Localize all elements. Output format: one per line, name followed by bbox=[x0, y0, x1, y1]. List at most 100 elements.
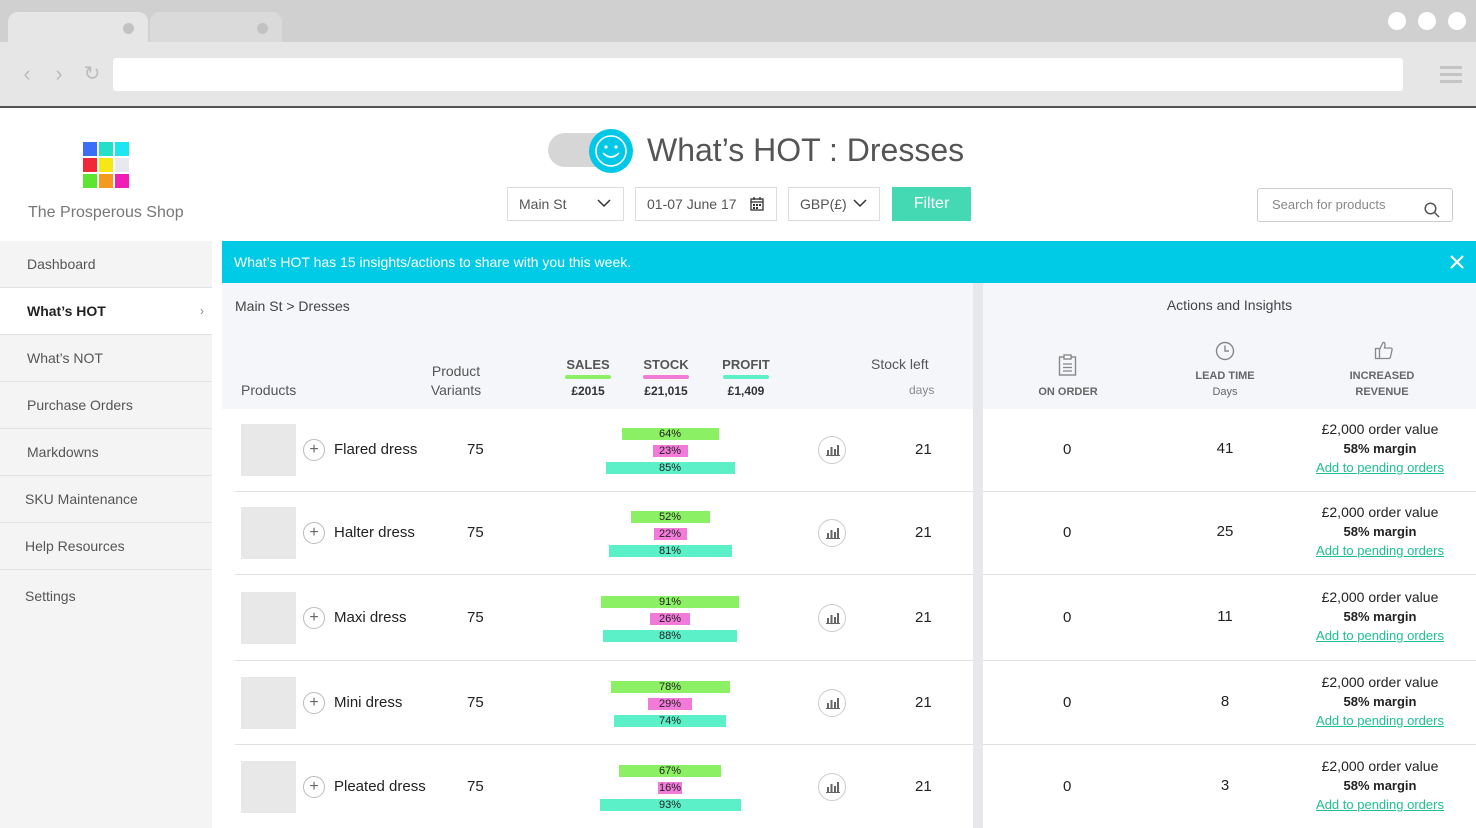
browser-tab[interactable] bbox=[150, 12, 282, 42]
profit-header-label: PROFIT bbox=[722, 357, 770, 372]
window-close-button[interactable] bbox=[1448, 12, 1466, 30]
insights-banner: What’s HOT has 15 insights/actions to sh… bbox=[222, 241, 1476, 283]
sidebar-item-sku-maintenance[interactable]: SKU Maintenance bbox=[0, 476, 212, 523]
sidebar-item-markdowns[interactable]: Markdowns bbox=[0, 429, 212, 476]
stock-bar: 22% bbox=[653, 528, 687, 540]
stock-left-days: 21 bbox=[915, 524, 932, 541]
clock-icon bbox=[1215, 341, 1235, 366]
url-bar[interactable] bbox=[113, 58, 1403, 91]
expand-button[interactable]: + bbox=[303, 692, 325, 714]
profit-bar: 93% bbox=[599, 799, 741, 811]
chart-icon[interactable] bbox=[818, 773, 846, 801]
col-header-products: Products bbox=[241, 382, 297, 398]
stock-bar: 26% bbox=[650, 613, 690, 625]
reload-icon[interactable]: ↻ bbox=[80, 62, 104, 86]
sales-header-label: SALES bbox=[566, 357, 610, 372]
increased-revenue-cell: £2,000 order value 58% margin Add to pendi… bbox=[1295, 673, 1465, 730]
add-to-pending-orders-link[interactable]: Add to pending orders bbox=[1316, 460, 1444, 475]
col-header-stock-left: Stock left bbox=[871, 356, 929, 372]
order-value: £2,000 order value bbox=[1321, 758, 1439, 774]
order-value: £2,000 order value bbox=[1321, 674, 1439, 690]
product-variants: 75 bbox=[467, 441, 484, 458]
tab-close-icon[interactable] bbox=[257, 23, 268, 34]
order-value: £2,000 order value bbox=[1321, 421, 1439, 437]
add-to-pending-orders-link[interactable]: Add to pending orders bbox=[1316, 628, 1444, 643]
product-variants: 75 bbox=[467, 524, 484, 541]
store-select-value: Main St bbox=[519, 196, 567, 212]
lead-time-unit: Days bbox=[1212, 386, 1238, 398]
window-maximize-button[interactable] bbox=[1418, 12, 1436, 30]
chrome-divider bbox=[0, 106, 1476, 108]
filter-button[interactable]: Filter bbox=[892, 187, 971, 221]
sidebar-item-label: What’s HOT bbox=[27, 303, 106, 319]
product-thumbnail[interactable] bbox=[241, 424, 296, 476]
product-name[interactable]: Mini dress bbox=[334, 694, 402, 711]
margin-value: 58% margin bbox=[1343, 694, 1417, 709]
sidebar-item-label: Purchase Orders bbox=[27, 397, 133, 413]
add-to-pending-orders-link[interactable]: Add to pending orders bbox=[1316, 797, 1444, 812]
margin-value: 58% margin bbox=[1343, 441, 1417, 456]
lead-time-days: 11 bbox=[1217, 608, 1233, 625]
lead-time-label: LEAD TIME bbox=[1195, 370, 1255, 382]
browser-menu-icon[interactable] bbox=[1440, 66, 1462, 87]
window-minimize-button[interactable] bbox=[1388, 12, 1406, 30]
date-range-value: 01-07 June 17 bbox=[647, 196, 737, 212]
row-divider bbox=[235, 744, 973, 745]
sidebar-item-purchase-orders[interactable]: Purchase Orders bbox=[0, 382, 212, 429]
lead-time-days: 41 bbox=[1216, 440, 1234, 457]
sidebar-item-dashboard[interactable]: Dashboard bbox=[0, 241, 212, 288]
product-name[interactable]: Flared dress bbox=[334, 441, 417, 458]
actions-title: Actions and Insights bbox=[1166, 297, 1293, 313]
sales-bar: 64% bbox=[621, 428, 719, 440]
back-icon[interactable]: ‹ bbox=[15, 62, 39, 86]
sidebar-item-whats-hot[interactable]: What’s HOT › bbox=[0, 288, 212, 335]
stock-bar: 16% bbox=[658, 782, 682, 794]
expand-button[interactable]: + bbox=[303, 776, 325, 798]
add-to-pending-orders-link[interactable]: Add to pending orders bbox=[1316, 713, 1444, 728]
row-divider bbox=[235, 574, 973, 575]
sidebar-item-settings[interactable]: Settings bbox=[0, 570, 212, 617]
margin-value: 58% margin bbox=[1343, 524, 1417, 539]
banner-message: What’s HOT has 15 insights/actions to sh… bbox=[234, 254, 632, 270]
chart-icon[interactable] bbox=[818, 604, 846, 632]
add-to-pending-orders-link[interactable]: Add to pending orders bbox=[1316, 543, 1444, 558]
product-thumbnail[interactable] bbox=[241, 677, 296, 729]
sales-bar: 78% bbox=[610, 681, 730, 693]
smiley-icon[interactable] bbox=[589, 129, 633, 173]
chart-icon[interactable] bbox=[818, 519, 846, 547]
stock-left-days: 21 bbox=[915, 441, 932, 458]
forward-icon[interactable]: › bbox=[47, 62, 71, 86]
col-header-sales: SALES £2015 bbox=[553, 357, 623, 398]
profit-bar: 74% bbox=[614, 715, 726, 727]
store-select[interactable]: Main St bbox=[507, 187, 624, 221]
product-name[interactable]: Maxi dress bbox=[334, 609, 407, 626]
browser-tab[interactable] bbox=[8, 12, 148, 42]
stock-color-bar bbox=[643, 375, 689, 379]
table-row: + Maxi dress 75 91% 26% 88% 21 0 11 £2,000 order … bbox=[235, 576, 1476, 661]
sidebar: Dashboard What’s HOT › What’s NOT Purchas… bbox=[0, 241, 212, 828]
sidebar-item-help-resources[interactable]: Help Resources bbox=[0, 523, 212, 570]
product-name[interactable]: Halter dress bbox=[334, 524, 415, 541]
date-range-picker[interactable]: 01-07 June 17 bbox=[635, 187, 777, 221]
expand-button[interactable]: + bbox=[303, 522, 325, 544]
col-header-on-order: ON ORDER bbox=[1038, 386, 1098, 398]
clipboard-icon bbox=[1058, 354, 1077, 381]
sidebar-item-label: Markdowns bbox=[27, 444, 99, 460]
tab-close-icon[interactable] bbox=[123, 23, 134, 34]
currency-select[interactable]: GBP(£) bbox=[788, 187, 880, 221]
product-thumbnail[interactable] bbox=[241, 761, 296, 813]
shop-name: The Prosperous Shop bbox=[28, 204, 184, 221]
chart-icon[interactable] bbox=[818, 436, 846, 464]
chart-icon[interactable] bbox=[818, 689, 846, 717]
product-thumbnail[interactable] bbox=[241, 592, 296, 644]
product-name[interactable]: Pleated dress bbox=[334, 778, 426, 795]
search-icon[interactable] bbox=[1424, 198, 1440, 230]
sidebar-item-whats-not[interactable]: What’s NOT bbox=[0, 335, 212, 382]
col-header-variants: Product Variants bbox=[422, 362, 490, 400]
expand-button[interactable]: + bbox=[303, 607, 325, 629]
expand-button[interactable]: + bbox=[303, 439, 325, 461]
product-thumbnail[interactable] bbox=[241, 507, 296, 559]
search-input[interactable]: Search for products bbox=[1257, 188, 1453, 222]
on-order-count: 0 bbox=[1063, 694, 1072, 711]
product-variants: 75 bbox=[467, 778, 484, 795]
